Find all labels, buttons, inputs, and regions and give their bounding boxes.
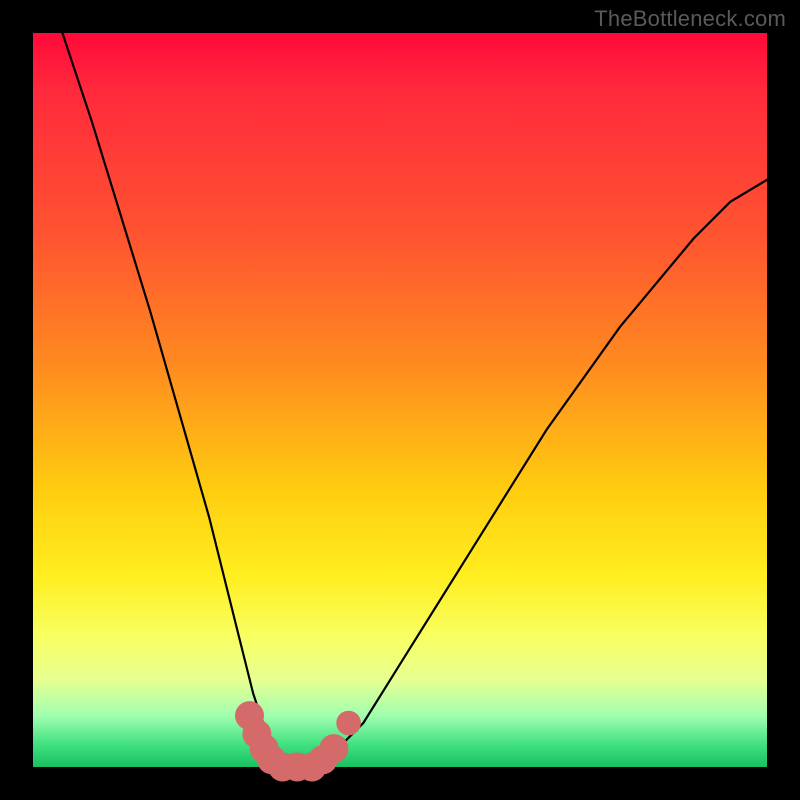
highlight-dots <box>235 701 361 781</box>
outer-frame: TheBottleneck.com <box>0 0 800 800</box>
highlight-dot <box>336 711 361 736</box>
highlight-dot <box>319 734 348 763</box>
watermark-text: TheBottleneck.com <box>594 6 786 32</box>
bottleneck-curve <box>62 33 767 767</box>
plot-area <box>33 33 767 767</box>
chart-svg <box>33 33 767 767</box>
